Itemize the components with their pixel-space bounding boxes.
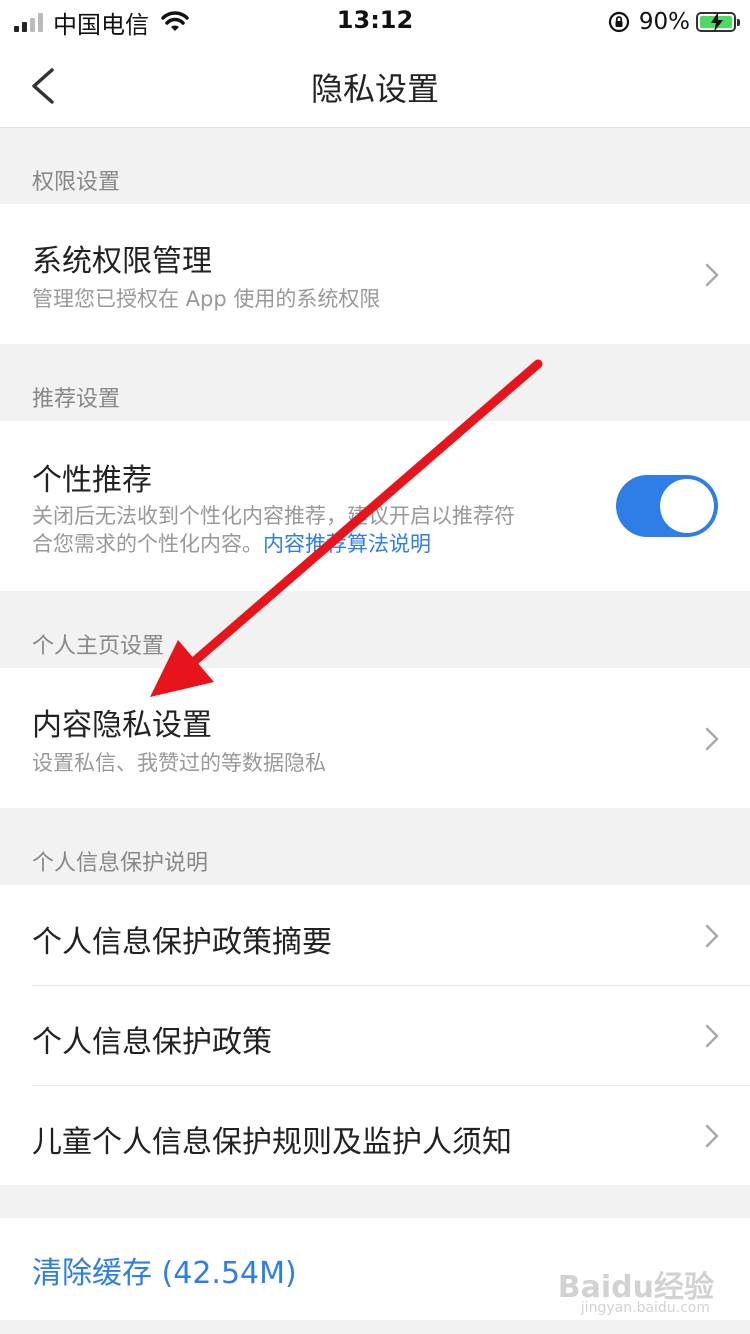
navigation-bar: 隐私设置 xyxy=(0,44,750,128)
profile-panel: 内容隐私设置 设置私信、我赞过的等数据隐私 xyxy=(0,668,750,808)
chevron-right-icon xyxy=(705,263,719,287)
recommend-panel: 个性推荐 关闭后无法收到个性化内容推荐，建议开启以推荐符 合您需求的个性化内容。… xyxy=(0,421,750,591)
row-title: 个人信息保护政策 xyxy=(32,1025,272,1060)
toggle-knob xyxy=(660,479,714,533)
chevron-right-icon xyxy=(705,727,719,751)
protection-policy-row[interactable]: 个人信息保护政策 xyxy=(0,985,750,1085)
personalized-recommend-row: 个性推荐 关闭后无法收到个性化内容推荐，建议开启以推荐符 合您需求的个性化内容。… xyxy=(0,421,750,591)
section-header-recommend: 推荐设置 xyxy=(32,387,121,412)
status-bar: 中国电信 13:12 90% xyxy=(0,0,750,44)
content-privacy-row[interactable]: 内容隐私设置 设置私信、我赞过的等数据隐私 xyxy=(0,668,750,808)
row-title: 系统权限管理 xyxy=(32,244,212,279)
chevron-right-icon xyxy=(705,924,719,948)
battery-percent: 90% xyxy=(638,9,690,35)
personalized-recommend-toggle[interactable] xyxy=(616,475,718,537)
row-subtitle-text: 合您需求的个性化内容。 xyxy=(32,532,263,556)
system-permissions-row[interactable]: 系统权限管理 管理您已授权在 App 使用的系统权限 xyxy=(0,204,750,344)
row-title: 内容隐私设置 xyxy=(32,708,212,743)
battery-charging-icon xyxy=(696,12,740,32)
chevron-right-icon xyxy=(705,1024,719,1048)
row-title: 个人信息保护政策摘要 xyxy=(32,925,332,960)
algorithm-explanation-link[interactable]: 内容推荐算法说明 xyxy=(263,532,431,556)
row-subtitle: 管理您已授权在 App 使用的系统权限 xyxy=(32,287,381,311)
section-header-permissions: 权限设置 xyxy=(32,170,121,195)
protection-summary-row[interactable]: 个人信息保护政策摘要 xyxy=(0,885,750,985)
orientation-lock-icon xyxy=(608,11,629,33)
row-title: 儿童个人信息保护规则及监护人须知 xyxy=(32,1125,512,1160)
chevron-right-icon xyxy=(705,1124,719,1148)
protection-panel: 个人信息保护政策摘要 个人信息保护政策 儿童个人信息保护规则及监护人须知 xyxy=(0,885,750,1185)
page-title: 隐私设置 xyxy=(310,70,439,108)
section-header-profile: 个人主页设置 xyxy=(32,634,165,659)
row-subtitle-line2: 合您需求的个性化内容。内容推荐算法说明 xyxy=(32,527,431,562)
row-title: 个性推荐 xyxy=(32,463,152,498)
section-header-protection: 个人信息保护说明 xyxy=(32,851,209,876)
row-subtitle: 设置私信、我赞过的等数据隐私 xyxy=(32,751,326,775)
clear-cache-button[interactable]: 清除缓存 (42.54M) xyxy=(32,1248,297,1292)
children-protection-row[interactable]: 儿童个人信息保护规则及监护人须知 xyxy=(0,1085,750,1185)
status-right: 90% xyxy=(607,8,740,36)
watermark-url: jingyan.baidu.com xyxy=(580,1300,710,1316)
permissions-panel: 系统权限管理 管理您已授权在 App 使用的系统权限 xyxy=(0,204,750,344)
